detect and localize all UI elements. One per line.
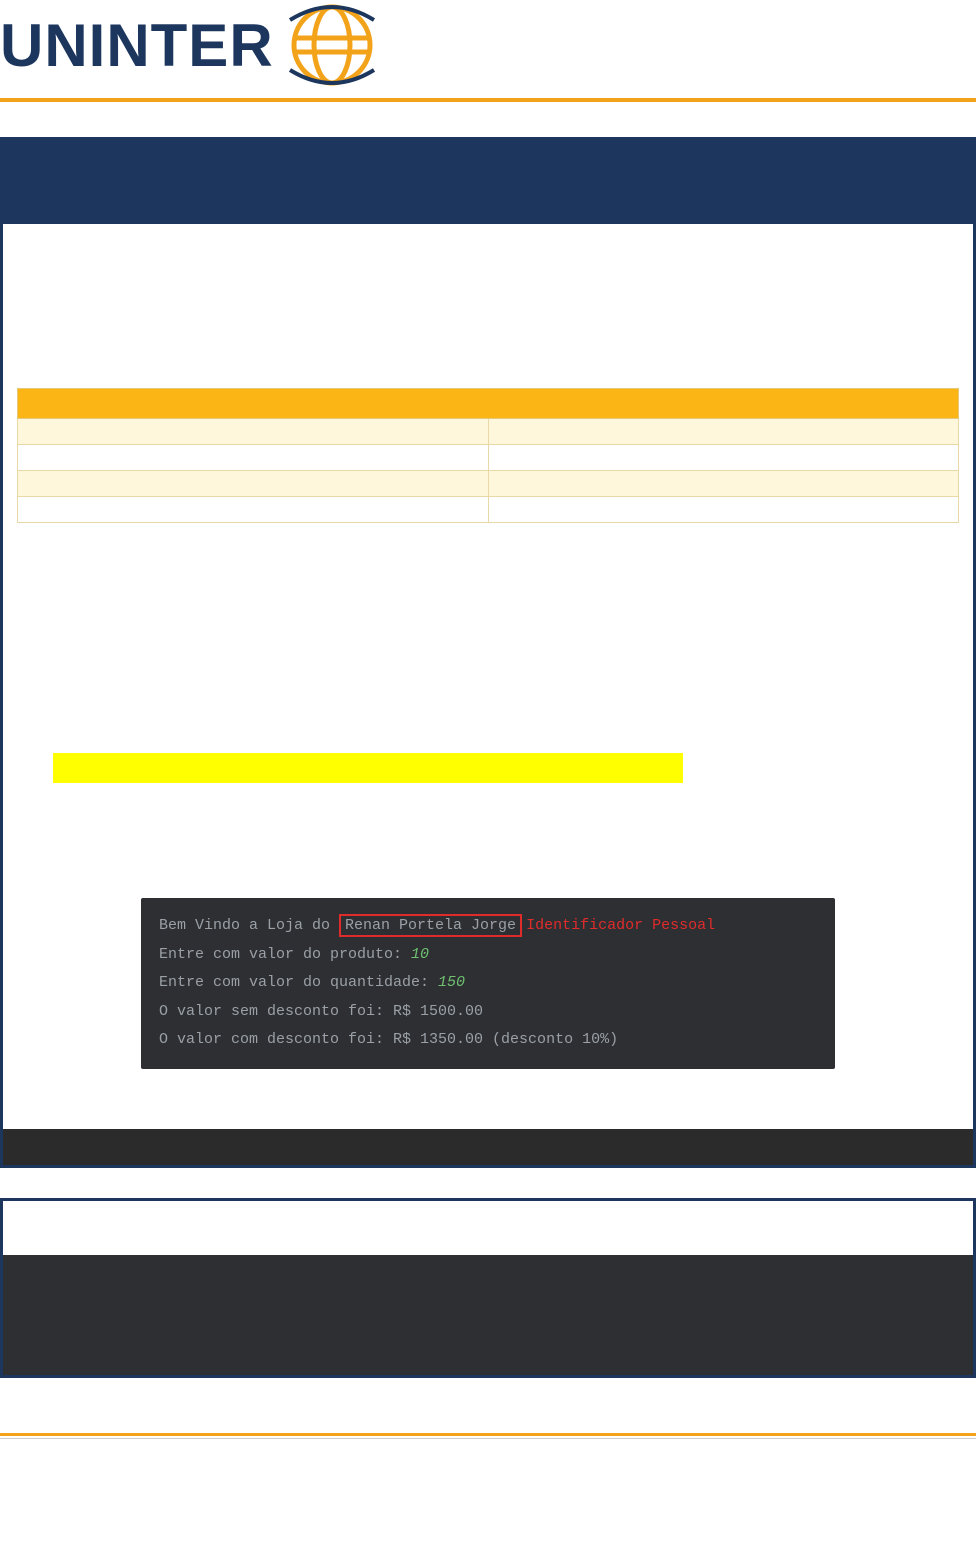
brand-header: UNINTER — [0, 0, 976, 102]
terminal-line: O valor com desconto foi: R$ 1350.00 (de… — [159, 1026, 817, 1055]
table-cell — [488, 445, 959, 471]
highlighted-text — [53, 753, 683, 783]
section-footer-bar — [3, 1129, 973, 1165]
secondary-box-content — [3, 1255, 973, 1375]
terminal-line: O valor sem desconto foi: R$ 1500.00 — [159, 998, 817, 1027]
terminal-line: Entre com valor do quantidade: 150 — [159, 969, 817, 998]
table-cell — [488, 497, 959, 523]
terminal-text: Bem Vindo a Loja do — [159, 917, 339, 934]
table-cell — [18, 471, 489, 497]
table-cell — [488, 419, 959, 445]
user-input: 10 — [411, 946, 429, 963]
table-cell — [18, 445, 489, 471]
terminal-line: Entre com valor do produto: 10 — [159, 941, 817, 970]
main-content-box: Bem Vindo a Loja do Renan Portela JorgeI… — [0, 224, 976, 1168]
prompt-label: Entre com valor do quantidade: — [159, 974, 438, 991]
terminal-line: Bem Vindo a Loja do Renan Portela JorgeI… — [159, 912, 817, 941]
highlighted-name: Renan Portela Jorge — [339, 914, 522, 937]
identifier-label: Identificador Pessoal — [526, 917, 715, 934]
globe-icon — [282, 0, 382, 90]
secondary-box-header — [3, 1201, 973, 1255]
terminal-output: Bem Vindo a Loja do Renan Portela JorgeI… — [141, 898, 835, 1069]
table-cell — [18, 497, 489, 523]
table-cell — [18, 419, 489, 445]
prompt-label: Entre com valor do produto: — [159, 946, 411, 963]
secondary-box — [0, 1198, 976, 1378]
page-footer-rule — [0, 1433, 976, 1439]
brand-name: UNINTER — [0, 11, 274, 80]
info-table — [17, 388, 959, 523]
table-cell — [488, 471, 959, 497]
section-header — [0, 137, 976, 224]
table-header — [18, 389, 959, 419]
user-input: 150 — [438, 974, 465, 991]
